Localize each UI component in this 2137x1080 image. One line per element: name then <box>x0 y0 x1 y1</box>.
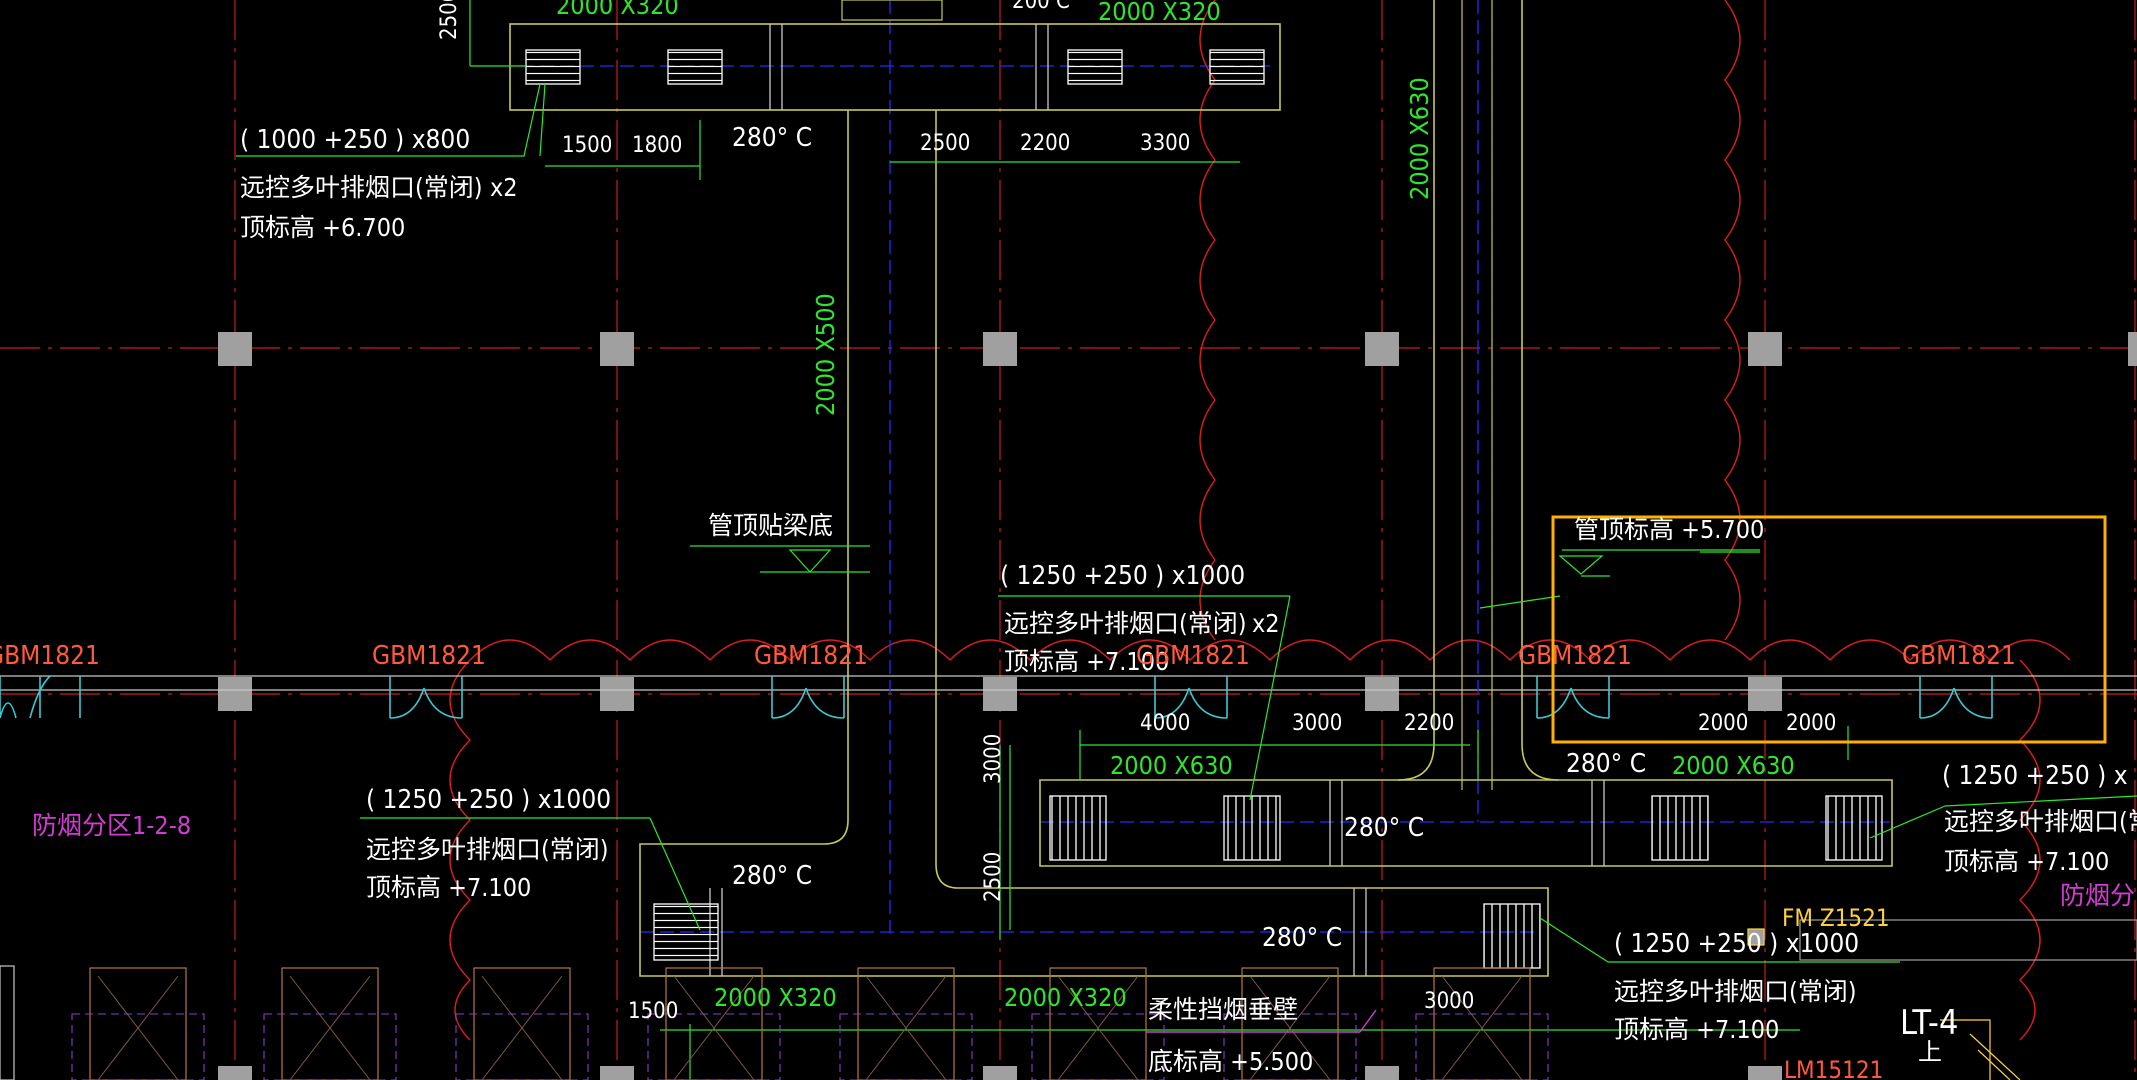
temp-label-4: 280° C <box>732 861 812 891</box>
vent2-count: x2 <box>1252 609 1280 638</box>
duct-centerlines <box>520 0 1890 935</box>
cad-drawing-canvas[interactable]: 2000 X320 2000 X320 2000 X630 2000 X500 … <box>0 0 2137 1080</box>
dim-3000-bottom: 3000 <box>1424 989 1474 1014</box>
door-tag-4: GBM1821 <box>1136 641 1250 671</box>
vent1-elev: 顶标高 +6.700 <box>240 213 405 242</box>
door-tag-1: GBM1821 <box>0 641 100 671</box>
fire-dampers <box>709 24 1605 976</box>
vent3-type: 远控多叶排烟口(常闭) <box>366 835 609 864</box>
vent4-elev: 顶标高 +7.100 <box>1944 847 2109 876</box>
vent1-count: x2 <box>490 173 518 202</box>
temp-top-partial: 200 C <box>1012 0 1070 14</box>
vent5-type: 远控多叶排烟口(常闭) <box>1614 977 1857 1006</box>
fm-door-tag: FM Z1521 <box>1782 904 1890 932</box>
vent1-size: ( 1000 +250 ) x800 <box>240 125 470 155</box>
dim-3000-mid: 3000 <box>1292 711 1342 736</box>
door-wall-line <box>0 675 2137 691</box>
stair-up-label: 上 <box>1918 1038 1942 1066</box>
selection-box[interactable] <box>1551 515 2107 744</box>
vent3-elev: 顶标高 +7.100 <box>366 873 531 902</box>
duct-label-bottom-left: 2000 X320 <box>714 983 837 1012</box>
dim-top-partial: 2500 <box>437 0 462 40</box>
dim-2000-a: 2000 <box>1698 711 1748 736</box>
dim-2200-top: 2200 <box>1020 131 1070 156</box>
vent4-type: 远控多叶排烟口(常闭) <box>1944 807 2137 836</box>
temp-label-2: 280° C <box>1344 813 1424 843</box>
curtain-note: 柔性挡烟垂壁 <box>1148 995 1298 1024</box>
dashed-partitions <box>71 1013 1549 1080</box>
annotation-notes: ( 1000 +250 ) x800 远控多叶排烟口(常闭) x2 顶标高 +6… <box>240 125 2137 1076</box>
vent5-elev: 顶标高 +7.100 <box>1614 1015 1779 1044</box>
pipe-elevation-note: 管顶标高 +5.700 <box>1574 515 1764 544</box>
duct-label-riser: 2000 X500 <box>811 293 840 416</box>
door-tag-5: GBM1821 <box>1518 641 1632 671</box>
dim-1800: 1800 <box>632 133 682 158</box>
revision-clouds <box>449 0 2071 1041</box>
vent1-type: 远控多叶排烟口(常闭) <box>240 173 483 202</box>
vent3-size: ( 1250 +250 ) x1000 <box>366 785 611 815</box>
curtain-elevation: 底标高 +5.500 <box>1148 1047 1313 1076</box>
dim-2500-top: 2500 <box>920 131 970 156</box>
duct-label-vertical-right: 2000 X630 <box>1405 77 1434 200</box>
zone-label-right: 防烟分区1 <box>2060 881 2137 910</box>
duct-top <box>509 23 1281 111</box>
door-tag-3: GBM1821 <box>754 641 868 671</box>
stair-tag: LT-4 <box>1900 1003 1958 1043</box>
duct-label-top-left: 2000 X320 <box>556 0 679 20</box>
beam-note: 管顶贴梁底 <box>708 511 833 540</box>
damper-temperatures: 280° C 280° C 280° C 280° C 280° C <box>732 123 1646 953</box>
zone-label-left: 防烟分区1-2-8 <box>32 811 191 840</box>
temp-label-1: 280° C <box>732 123 812 153</box>
dim-3000-vertical: 3000 <box>981 734 1006 784</box>
temp-label-5: 280° C <box>1262 923 1342 953</box>
duct-label-bottom-mid: 2000 X320 <box>1004 983 1127 1012</box>
dim-2500-vertical: 2500 <box>981 852 1006 902</box>
duct-right-branch <box>1039 779 1893 867</box>
door-tag-2: GBM1821 <box>372 641 486 671</box>
temp-label-3: 280° C <box>1566 749 1646 779</box>
dim-1500-top: 1500 <box>562 133 612 158</box>
door-tag-6: GBM1821 <box>1902 641 2016 671</box>
vent5-size: ( 1250 +250 ) x1000 <box>1614 929 1859 959</box>
vent4-size: ( 1250 +250 ) x <box>1942 761 2128 791</box>
duct-label-branch-left: 2000 X630 <box>1110 751 1233 780</box>
dim-1500-bottom: 1500 <box>628 999 678 1024</box>
dim-2200-mid: 2200 <box>1404 711 1454 736</box>
vent2-type: 远控多叶排烟口(常闭) <box>1004 609 1247 638</box>
vent2-size: ( 1250 +250 ) x1000 <box>1000 561 1245 591</box>
dim-3300: 3300 <box>1140 131 1190 156</box>
smoke-vents <box>525 49 1883 969</box>
dim-2000-b: 2000 <box>1786 711 1836 736</box>
duct-label-top-right: 2000 X320 <box>1098 0 1221 26</box>
lm-door-tag: LM15121 <box>1784 1056 1883 1080</box>
dim-4000: 4000 <box>1140 711 1190 736</box>
duct-label-branch-right: 2000 X630 <box>1672 751 1795 780</box>
